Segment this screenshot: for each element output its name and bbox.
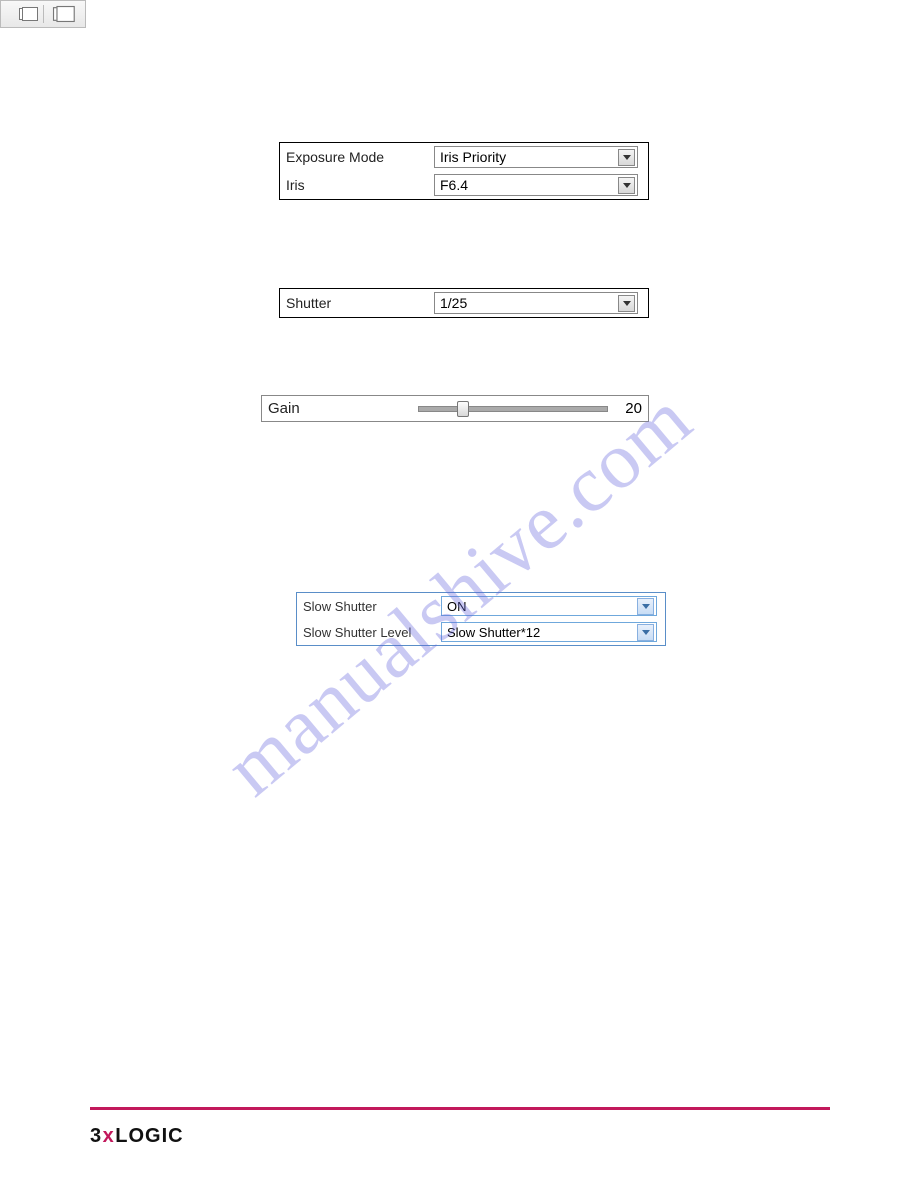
iris-label: Iris <box>286 177 434 193</box>
slow-shutter-label: Slow Shutter <box>303 599 441 614</box>
exposure-panel: Exposure Mode Iris Priority Iris F6.4 <box>279 142 649 200</box>
dropdown-icon <box>618 295 635 312</box>
brand-three: 3 <box>90 1125 102 1147</box>
gain-value: 20 <box>612 400 642 417</box>
shutter-value: 1/25 <box>440 295 467 311</box>
footer-divider <box>90 1107 830 1110</box>
slow-shutter-select[interactable]: ON <box>441 596 657 616</box>
gain-label: Gain <box>268 400 418 417</box>
exposure-mode-select[interactable]: Iris Priority <box>434 146 638 168</box>
dropdown-icon <box>618 177 635 194</box>
iris-select[interactable]: F6.4 <box>434 174 638 196</box>
window-large-icon[interactable] <box>52 7 68 21</box>
divider <box>43 5 44 23</box>
slow-shutter-level-select[interactable]: Slow Shutter*12 <box>441 622 657 642</box>
gain-slider-thumb[interactable] <box>457 401 469 417</box>
slow-shutter-value: ON <box>447 599 467 614</box>
shutter-select[interactable]: 1/25 <box>434 292 638 314</box>
preview-size-toggle <box>0 0 86 28</box>
slow-shutter-level-value: Slow Shutter*12 <box>447 625 540 640</box>
shutter-panel: Shutter 1/25 <box>279 288 649 318</box>
dropdown-icon <box>637 598 654 615</box>
dropdown-icon <box>618 149 635 166</box>
brand-logic: LOGIC <box>115 1125 183 1147</box>
brand-x: x <box>103 1125 115 1147</box>
gain-panel: Gain 20 <box>261 395 649 422</box>
exposure-mode-label: Exposure Mode <box>286 149 434 165</box>
dropdown-icon <box>637 624 654 641</box>
slow-shutter-level-label: Slow Shutter Level <box>303 625 441 640</box>
window-small-icon[interactable] <box>19 8 33 20</box>
shutter-label: Shutter <box>286 295 434 311</box>
gain-slider[interactable] <box>418 406 608 412</box>
brand-logo: 3xLOGIC <box>90 1125 184 1148</box>
exposure-mode-value: Iris Priority <box>440 149 506 165</box>
slow-shutter-panel: Slow Shutter ON Slow Shutter Level Slow … <box>296 592 666 646</box>
iris-value: F6.4 <box>440 177 468 193</box>
